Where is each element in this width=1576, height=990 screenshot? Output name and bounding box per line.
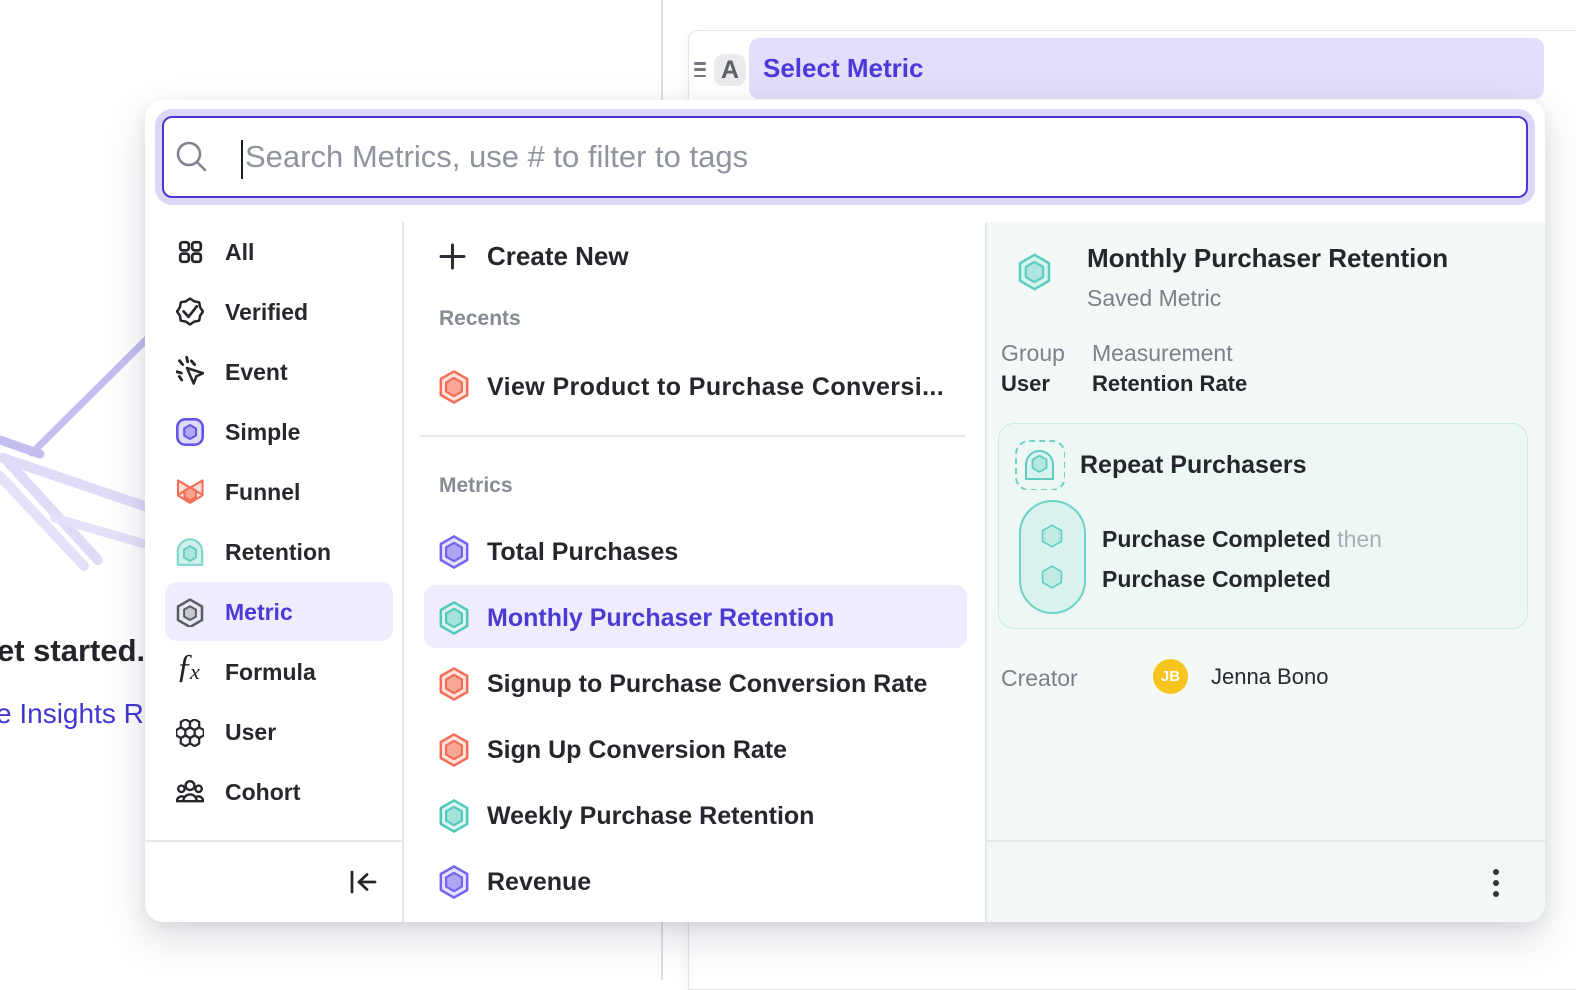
svg-text:x: x — [189, 659, 200, 684]
